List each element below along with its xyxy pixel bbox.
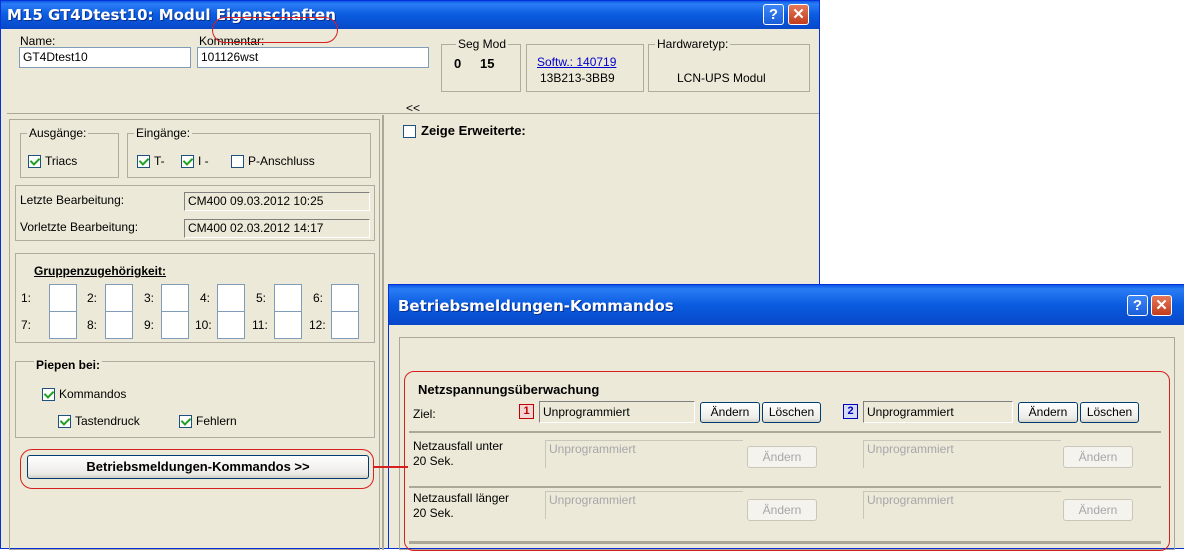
annotation-button-highlight [20, 449, 374, 489]
seg-mod-box: Seg Mod 0 15 [441, 37, 521, 92]
software-box: Softw.: 140719 13B213-3BB9 [526, 44, 644, 92]
group-label: 3: [144, 291, 155, 305]
beep-legend: Piepen bei: [34, 358, 103, 372]
software-link[interactable]: Softw.: 140719 [537, 55, 616, 69]
group-label: 1: [21, 291, 32, 305]
annotation-section-highlight [404, 371, 1170, 551]
group-slot-11[interactable] [274, 311, 302, 339]
group-slot-1[interactable] [49, 284, 77, 312]
name-label: Name: [20, 34, 56, 48]
hardware-box: Hardwaretyp: LCN-UPS Modul [648, 37, 810, 92]
i-input-label: I - [198, 154, 209, 168]
group-label: 5: [256, 291, 267, 305]
group-slot-9[interactable] [161, 311, 189, 339]
triacs-label: Triacs [45, 154, 78, 168]
show-extended-label: Zeige Erweiterte: [421, 123, 526, 138]
annotation-connector [374, 466, 408, 468]
i-input-checkbox[interactable] [181, 155, 194, 168]
beep-errors-checkbox[interactable] [179, 415, 192, 428]
hardware-value: LCN-UPS Modul [677, 71, 766, 85]
group-slot-8[interactable] [105, 311, 133, 339]
help-icon[interactable]: ? [763, 4, 784, 25]
group-slot-7[interactable] [49, 311, 77, 339]
group-slot-3[interactable] [161, 284, 189, 312]
dialog-close-icon[interactable]: ✕ [1151, 295, 1172, 316]
close-icon[interactable]: ✕ [788, 4, 809, 25]
dialog-help-icon[interactable]: ? [1127, 295, 1148, 316]
dialog-title: Betriebsmeldungen-Kommandos [398, 297, 674, 315]
group-slot-6[interactable] [331, 284, 359, 312]
t-input-label: T- [154, 154, 165, 168]
dialog-titlebar[interactable]: Betriebsmeldungen-Kommandos ? ✕ [389, 285, 1184, 325]
main-titlebar[interactable]: M15 GT4Dtest10: Modul Eigenschaften ? ✕ [1, 1, 819, 29]
p-connection-label: P-Anschluss [248, 154, 315, 168]
seg-mod-label: Seg Mod [456, 37, 509, 51]
group-label: 6: [313, 291, 324, 305]
last-edit-label: Letzte Bearbeitung: [20, 193, 125, 207]
pane-divider [382, 115, 384, 550]
comment-field[interactable]: 101126wst [197, 47, 429, 68]
group-label: 8: [87, 318, 98, 332]
group-slot-5[interactable] [274, 284, 302, 312]
beep-keypress-label: Tastendruck [75, 414, 140, 428]
prev-edit-label: Vorletzte Bearbeitung: [20, 220, 139, 234]
annotation-title-highlight [212, 17, 338, 43]
p-connection-checkbox[interactable] [231, 155, 244, 168]
group-label: 9: [144, 318, 155, 332]
group-label: 2: [87, 291, 98, 305]
prev-edit-value: CM400 02.03.2012 14:17 [184, 219, 370, 238]
t-input-checkbox[interactable] [137, 155, 150, 168]
header-divider [7, 113, 819, 114]
show-extended-checkbox[interactable] [403, 125, 416, 138]
beep-commands-checkbox[interactable] [42, 388, 55, 401]
software-id: 13B213-3BB9 [540, 71, 615, 85]
hardware-label: Hardwaretyp: [655, 37, 731, 51]
group-slot-2[interactable] [105, 284, 133, 312]
beep-errors-label: Fehlern [196, 414, 237, 428]
beep-keypress-checkbox[interactable] [58, 415, 71, 428]
group-slot-12[interactable] [331, 311, 359, 339]
group-slot-4[interactable] [217, 284, 245, 312]
group-slot-10[interactable] [217, 311, 245, 339]
inputs-legend: Eingänge: [134, 126, 193, 140]
triacs-checkbox[interactable] [28, 155, 41, 168]
group-label: 12: [309, 318, 326, 332]
last-edit-value: CM400 09.03.2012 10:25 [184, 192, 370, 211]
seg-value: 0 [454, 56, 462, 71]
group-label: 11: [252, 318, 268, 332]
name-field[interactable]: GT4Dtest10 [19, 47, 191, 68]
group-membership-legend: Gruppenzugehörigkeit: [34, 264, 166, 278]
beep-commands-label: Kommandos [59, 387, 127, 401]
mod-value: 15 [480, 56, 495, 71]
group-label: 7: [21, 318, 32, 332]
group-label: 10: [195, 318, 212, 332]
outputs-legend: Ausgänge: [27, 126, 89, 140]
group-label: 4: [200, 291, 211, 305]
